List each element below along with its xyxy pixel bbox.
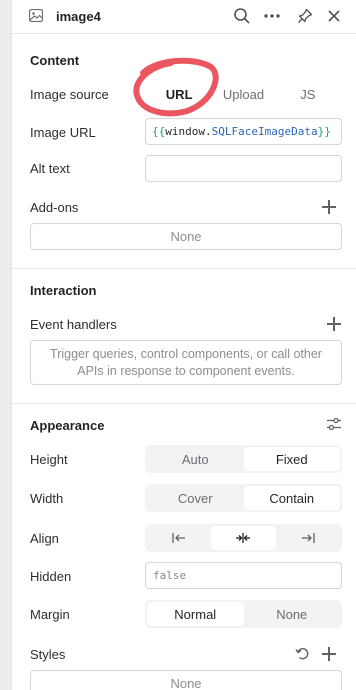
more-icon[interactable] [262, 6, 282, 26]
image-url-input[interactable]: {{window.SQLFaceImageData}} [145, 118, 342, 145]
image-url-label: Image URL [30, 125, 96, 140]
close-icon[interactable] [324, 6, 344, 26]
inspector-header: image4 [12, 0, 356, 34]
height-fixed-option[interactable]: Fixed [243, 447, 340, 471]
styles-label: Styles [30, 647, 66, 662]
add-addon-plus-icon[interactable] [321, 199, 337, 215]
appearance-section-title[interactable]: Appearance [30, 418, 104, 433]
component-name[interactable]: image4 [56, 9, 101, 24]
code-open-brace: {{ [152, 125, 166, 138]
height-toggle: Auto Fixed [145, 445, 342, 473]
inspector-panel: image4 Content Image source URL Upload J… [12, 0, 356, 690]
search-icon[interactable] [232, 6, 252, 26]
image-source-label: Image source [30, 87, 109, 102]
interaction-section-title[interactable]: Interaction [30, 283, 96, 298]
code-property: SQLFaceImageData [211, 125, 318, 138]
width-label: Width [30, 491, 64, 506]
image-source-url-option[interactable]: URL [147, 82, 212, 106]
addons-label: Add-ons [30, 200, 79, 215]
code-close-brace: }} [317, 125, 331, 138]
pin-icon[interactable] [295, 6, 315, 26]
event-handlers-label: Event handlers [30, 317, 117, 332]
hidden-input[interactable]: false [145, 562, 342, 589]
align-center-icon[interactable] [211, 526, 276, 550]
width-cover-option[interactable]: Cover [147, 486, 244, 510]
section-divider [12, 268, 356, 269]
add-event-handler-plus-icon[interactable] [326, 316, 342, 332]
margin-toggle: Normal None [145, 600, 342, 628]
add-style-plus-icon[interactable] [321, 646, 337, 662]
styles-list[interactable]: None [30, 670, 342, 690]
align-left-icon[interactable] [147, 526, 211, 550]
event-handlers-empty-state[interactable]: Trigger queries, control components, or … [30, 340, 342, 385]
width-contain-option[interactable]: Contain [243, 486, 340, 510]
addons-list[interactable]: None [30, 223, 342, 250]
height-label: Height [30, 452, 68, 467]
image-source-toggle: URL Upload JS [145, 80, 342, 108]
settings-sliders-icon[interactable] [326, 416, 342, 432]
align-right-icon[interactable] [276, 526, 340, 550]
reset-styles-icon[interactable] [295, 646, 311, 662]
margin-label: Margin [30, 607, 70, 622]
image-source-js-option[interactable]: JS [276, 82, 340, 106]
margin-none-option[interactable]: None [244, 602, 341, 626]
image-icon [28, 8, 44, 23]
image-source-upload-option[interactable]: Upload [211, 82, 275, 106]
alt-text-input[interactable] [145, 155, 342, 182]
alt-text-label: Alt text [30, 161, 70, 176]
code-object: window. [165, 125, 212, 138]
section-divider [12, 403, 356, 404]
width-toggle: Cover Contain [145, 484, 342, 512]
align-label: Align [30, 531, 59, 546]
hidden-label: Hidden [30, 569, 72, 584]
content-section-title[interactable]: Content [30, 53, 79, 68]
margin-normal-option[interactable]: Normal [147, 602, 244, 626]
left-panel-edge [0, 0, 12, 690]
align-toggle [145, 524, 342, 552]
height-auto-option[interactable]: Auto [147, 447, 244, 471]
